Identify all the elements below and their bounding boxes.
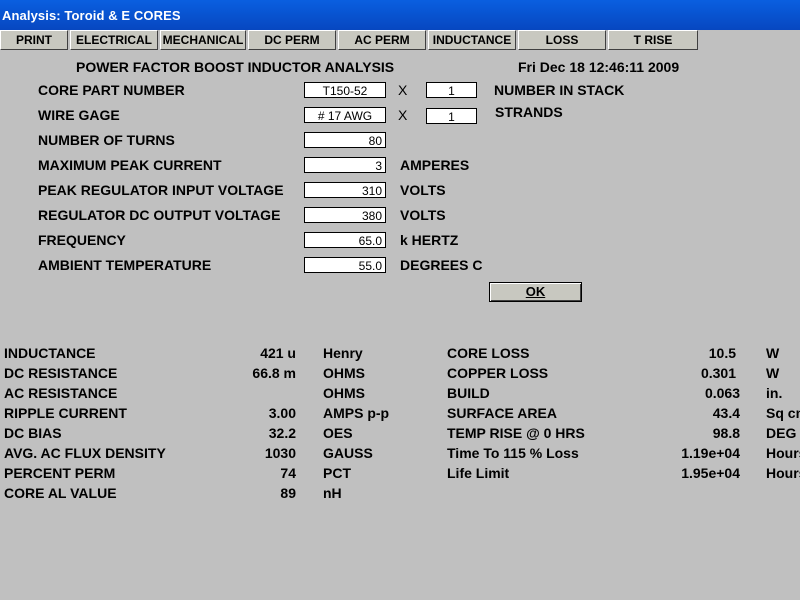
strands-label: STRANDS [495,104,563,120]
degrees-c-unit: DEGREES C [400,257,483,273]
page-title: POWER FACTOR BOOST INDUCTOR ANALYSIS [76,59,395,75]
result-value: 3.00 [268,405,296,421]
result-unit: Sq cm [766,405,800,421]
result-unit: GAUSS [323,445,373,461]
ok-button[interactable]: OK [489,282,582,302]
result-unit: W [766,345,780,361]
mechanical-button[interactable]: MECHANICAL [160,30,246,50]
result-unit: Hours [766,445,800,461]
result-value: 1030 [264,445,296,461]
number-in-stack-field[interactable]: 1 [426,82,477,98]
result-value: 10.5 [708,345,736,361]
number-in-stack-label: NUMBER IN STACK [494,82,625,98]
result-value: 43.4 [712,405,740,421]
result-label: CORE AL VALUE [4,485,117,501]
frequency-field[interactable]: 65.0 [304,232,386,248]
ac-perm-button[interactable]: AC PERM [338,30,426,50]
result-unit: OES [323,425,353,441]
result-label: PERCENT PERM [4,465,116,481]
volts-unit: VOLTS [400,207,446,223]
multiply-sign: X [398,107,408,123]
result-value: 89 [280,485,296,501]
ambient-temperature-label: AMBIENT TEMPERATURE [38,257,212,273]
result-unit: nH [323,485,342,501]
loss-button[interactable]: LOSS [518,30,606,50]
result-label: AC RESISTANCE [4,385,118,401]
result-unit: Hours [766,465,800,481]
print-button[interactable]: PRINT [0,30,68,50]
volts-unit: VOLTS [400,182,446,198]
result-unit: AMPS p-p [323,405,390,421]
ok-button-label: OK [525,284,546,299]
core-part-number-field[interactable]: T150-52 [304,82,386,98]
wire-gage-label: WIRE GAGE [38,107,120,123]
result-unit: OHMS [323,385,365,401]
result-value: 421 u [260,345,296,361]
dc-output-voltage-label: REGULATOR DC OUTPUT VOLTAGE [38,207,281,223]
result-value: 1.19e+04 [681,445,740,461]
result-unit: PCT [323,465,351,481]
wire-gage-field[interactable]: # 17 AWG [304,107,386,123]
number-of-turns-label: NUMBER OF TURNS [38,132,175,148]
result-label: TEMP RISE @ 0 HRS [447,425,585,441]
result-value: 0.063 [704,385,740,401]
inductance-button[interactable]: INDUCTANCE [428,30,516,50]
timestamp: Fri Dec 18 12:46:11 2009 [518,59,680,75]
result-label: SURFACE AREA [447,405,557,421]
strands-field[interactable]: 1 [426,108,477,124]
result-value: 98.8 [712,425,740,441]
electrical-button[interactable]: ELECTRICAL [70,30,158,50]
result-value: 0.301 [700,365,736,381]
result-label: COPPER LOSS [447,365,549,381]
result-unit: in. [766,385,783,401]
result-value: 32.2 [268,425,296,441]
result-unit: W [766,365,780,381]
result-unit: DEG C [766,425,800,441]
title-bar: Analysis: Toroid & E CORES [0,0,800,30]
khertz-unit: k HERTZ [400,232,459,248]
result-label: AVG. AC FLUX DENSITY [4,445,166,461]
dc-perm-button[interactable]: DC PERM [248,30,336,50]
result-value: 74 [280,465,296,481]
result-label: CORE LOSS [447,345,530,361]
dc-output-voltage-field[interactable]: 380 [304,207,386,223]
result-value: 66.8 m [252,365,296,381]
t-rise-button[interactable]: T RISE [608,30,698,50]
frequency-label: FREQUENCY [38,232,126,248]
result-unit: OHMS [323,365,365,381]
window-title: Analysis: Toroid & E CORES [2,8,181,23]
result-value: 1.95e+04 [681,465,740,481]
result-label: DC RESISTANCE [4,365,118,381]
menu-bar: PRINT ELECTRICAL MECHANICAL DC PERM AC P… [0,30,800,50]
result-label: RIPPLE CURRENT [4,405,127,421]
result-label: BUILD [447,385,490,401]
core-part-number-label: CORE PART NUMBER [38,82,185,98]
max-peak-current-field[interactable]: 3 [304,157,386,173]
multiply-sign: X [398,82,408,98]
peak-input-voltage-label: PEAK REGULATOR INPUT VOLTAGE [38,182,284,198]
amperes-unit: AMPERES [400,157,470,173]
max-peak-current-label: MAXIMUM PEAK CURRENT [38,157,222,173]
result-unit: Henry [323,345,363,361]
result-label: Life Limit [447,465,510,481]
result-label: INDUCTANCE [4,345,96,361]
result-label: Time To 115 % Loss [447,445,579,461]
ambient-temperature-field[interactable]: 55.0 [304,257,386,273]
result-label: DC BIAS [4,425,62,441]
number-of-turns-field[interactable]: 80 [304,132,386,148]
peak-input-voltage-field[interactable]: 310 [304,182,386,198]
